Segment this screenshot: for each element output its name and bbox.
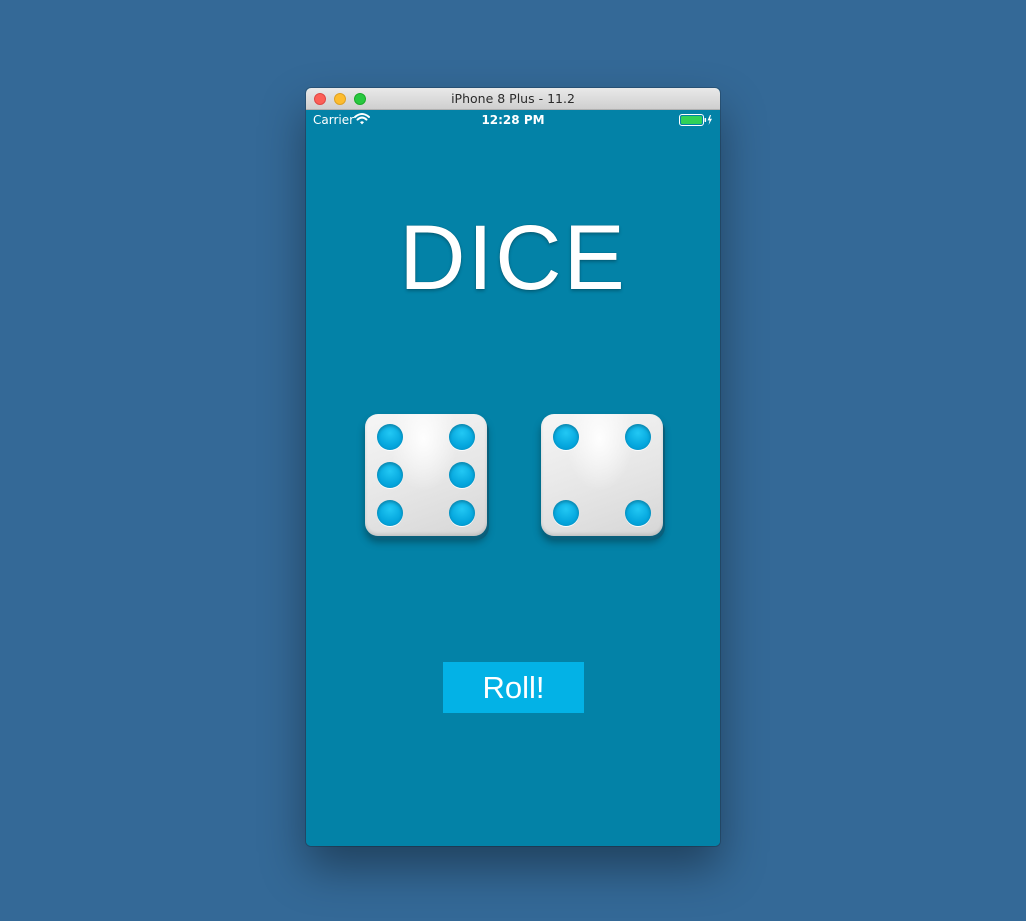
simulator-window: iPhone 8 Plus - 11.2 Carrier 12:28 PM DI… xyxy=(306,88,720,846)
die-pip xyxy=(625,424,651,450)
battery-icon xyxy=(679,114,712,126)
charging-bolt-icon xyxy=(707,115,712,125)
status-time: 12:28 PM xyxy=(481,113,545,127)
battery-fill xyxy=(681,116,702,124)
app-title: DICE xyxy=(399,207,627,309)
right-die xyxy=(541,414,663,536)
roll-button[interactable]: Roll! xyxy=(443,662,584,713)
die-pip xyxy=(625,500,651,526)
die-pip xyxy=(377,424,403,450)
window-title: iPhone 8 Plus - 11.2 xyxy=(451,91,575,106)
die-pip xyxy=(449,500,475,526)
die-pip xyxy=(449,424,475,450)
window-titlebar[interactable]: iPhone 8 Plus - 11.2 xyxy=(306,88,720,110)
device-screen: Carrier 12:28 PM DICE Roll! xyxy=(306,110,720,846)
die-pip xyxy=(553,424,579,450)
die-pip xyxy=(449,462,475,488)
die-pip xyxy=(377,462,403,488)
left-die xyxy=(365,414,487,536)
die-pip xyxy=(553,500,579,526)
die-pip xyxy=(377,500,403,526)
status-bar: Carrier 12:28 PM xyxy=(306,110,720,130)
